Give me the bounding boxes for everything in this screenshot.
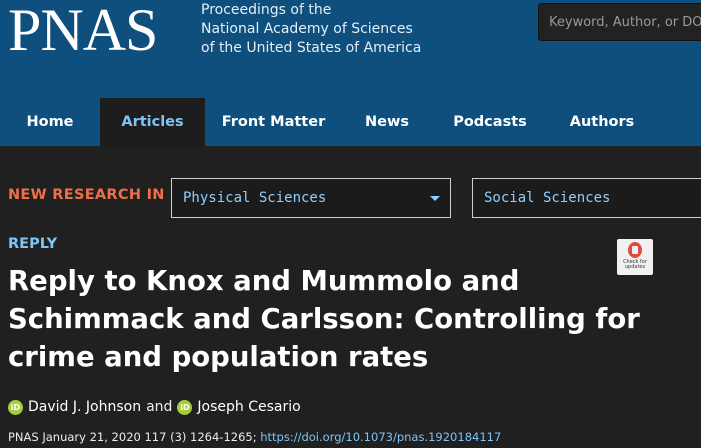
nav-front-matter[interactable]: Front Matter (205, 98, 342, 146)
tagline-line: of the United States of America (201, 40, 422, 56)
article-title: Reply to Knox and Mummolo and Schimmack … (8, 265, 640, 373)
search-box[interactable] (538, 3, 701, 41)
main-nav: Home Articles Front Matter News Podcasts… (0, 98, 701, 146)
journal-tagline: Proceedings of the National Academy of S… (201, 1, 421, 58)
article-type: REPLY (8, 236, 58, 252)
chevron-down-icon (430, 196, 440, 201)
new-research-bar: NEW RESEARCH IN Physical Sciences Social… (0, 146, 701, 230)
nav-home[interactable]: Home (0, 98, 100, 146)
citation-line: PNAS January 21, 2020 117 (3) 1264-1265;… (8, 430, 501, 444)
author-separator: and (146, 399, 173, 415)
author-list: iD David J. Johnson and iD Joseph Cesari… (8, 399, 301, 415)
search-input[interactable] (539, 4, 701, 40)
nav-podcasts[interactable]: Podcasts (432, 98, 548, 146)
social-sciences-select[interactable]: Social Sciences (472, 178, 701, 218)
pnas-logo[interactable]: PNAS (8, 0, 158, 60)
nav-articles[interactable]: Articles (100, 98, 205, 146)
select-value: Physical Sciences (183, 190, 327, 206)
author-link[interactable]: Joseph Cesario (197, 399, 300, 415)
nav-authors[interactable]: Authors (548, 98, 656, 146)
site-header: PNAS Proceedings of the National Academy… (0, 0, 701, 146)
tagline-line: National Academy of Sciences (201, 21, 413, 37)
bookmark-icon (628, 242, 642, 258)
orcid-icon[interactable]: iD (177, 399, 193, 415)
physical-sciences-select[interactable]: Physical Sciences (171, 178, 451, 218)
citation-text: PNAS January 21, 2020 117 (3) 1264-1265; (8, 430, 261, 444)
doi-link[interactable]: https://doi.org/10.1073/pnas.1920184117 (260, 430, 501, 444)
nav-news[interactable]: News (342, 98, 432, 146)
orcid-icon[interactable]: iD (8, 399, 23, 415)
new-research-label: NEW RESEARCH IN (8, 187, 165, 203)
select-value: Social Sciences (484, 190, 611, 206)
author-link[interactable]: David J. Johnson (28, 399, 141, 415)
tagline-line: Proceedings of the (201, 2, 332, 18)
